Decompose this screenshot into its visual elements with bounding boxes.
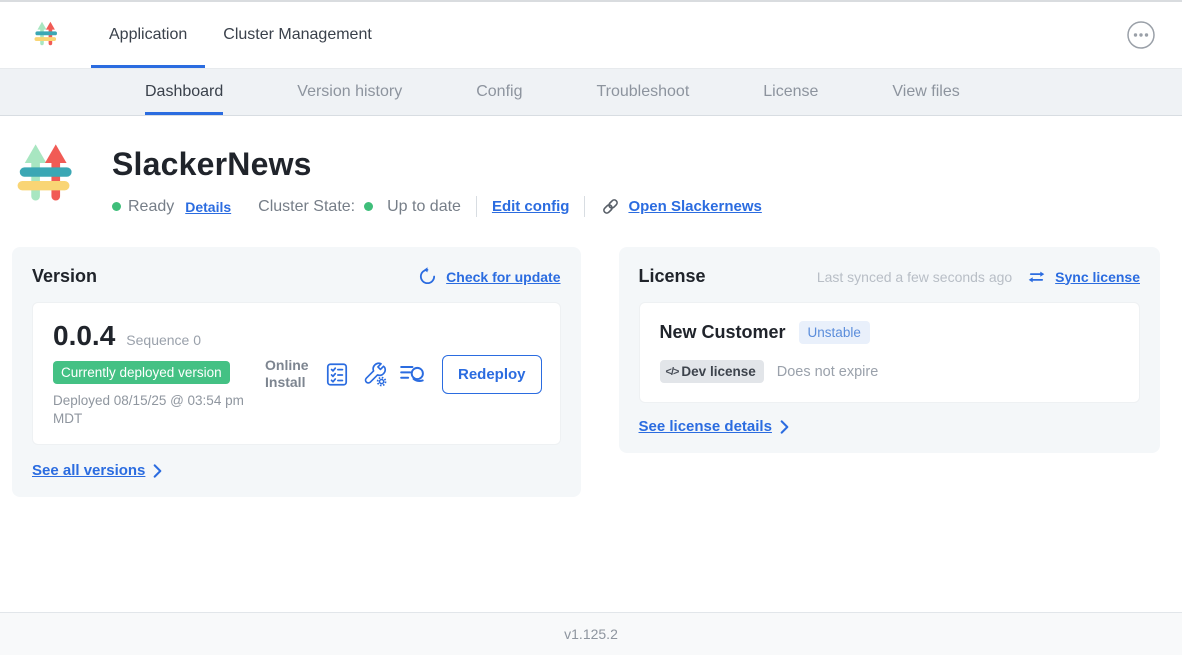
cluster-state-dot xyxy=(364,202,373,211)
overflow-menu-button[interactable] xyxy=(1126,2,1156,68)
license-panel: New Customer Unstable </> Dev license Do… xyxy=(639,302,1140,403)
divider xyxy=(584,196,585,217)
cluster-state-value: Up to date xyxy=(387,198,461,216)
license-type-badge: </> Dev license xyxy=(660,360,764,383)
subtab-view-files[interactable]: View files xyxy=(892,69,959,115)
link-icon xyxy=(600,196,621,217)
header-tabs: Application Cluster Management xyxy=(91,2,390,68)
see-all-versions-action[interactable]: See all versions xyxy=(32,462,561,479)
sync-license-link[interactable]: Sync license xyxy=(1055,269,1140,285)
code-icon: </> xyxy=(666,366,679,378)
tab-cluster-management[interactable]: Cluster Management xyxy=(205,2,390,68)
page-title: SlackerNews xyxy=(112,146,762,183)
app-sub-navigation: Dashboard Version history Config Trouble… xyxy=(0,69,1182,116)
channel-badge: Unstable xyxy=(799,321,870,344)
app-logo xyxy=(33,2,63,68)
app-icon xyxy=(14,140,86,212)
cluster-state-label: Cluster State: xyxy=(258,198,355,216)
wrench-gear-icon xyxy=(361,361,388,388)
subtab-license[interactable]: License xyxy=(763,69,818,115)
divider xyxy=(476,196,477,217)
version-number: 0.0.4 xyxy=(53,320,115,352)
app-hero: SlackerNews Ready Details Cluster State:… xyxy=(0,116,1182,217)
subtab-version-history[interactable]: Version history xyxy=(297,69,402,115)
app-status-dot xyxy=(112,202,121,211)
dashboard-cards: Version Check for update 0.0.4 Sequence … xyxy=(12,247,1160,497)
version-card: Version Check for update 0.0.4 Sequence … xyxy=(12,247,581,497)
last-synced-text: Last synced a few seconds ago xyxy=(817,269,1012,285)
version-card-title: Version xyxy=(32,266,97,287)
see-license-details-link[interactable]: See license details xyxy=(639,418,772,435)
lines-magnifier-icon xyxy=(399,362,427,386)
current-version-panel: 0.0.4 Sequence 0 Currently deployed vers… xyxy=(32,302,561,445)
see-license-details-action[interactable]: See license details xyxy=(639,418,1140,435)
view-diff-button[interactable] xyxy=(399,362,427,386)
see-all-versions-link[interactable]: See all versions xyxy=(32,462,145,479)
subtab-config[interactable]: Config xyxy=(476,69,522,115)
license-card: License Last synced a few seconds ago Sy… xyxy=(619,247,1160,453)
check-for-update-action[interactable]: Check for update xyxy=(418,267,560,286)
refresh-icon xyxy=(418,267,437,286)
deployed-badge: Currently deployed version xyxy=(53,361,230,384)
edit-config-button[interactable] xyxy=(361,361,388,388)
deployed-timestamp: Deployed 08/15/25 @ 03:54 pm MDT xyxy=(53,392,245,428)
license-card-title: License xyxy=(639,266,706,287)
check-for-update-link[interactable]: Check for update xyxy=(446,269,560,285)
header-spacer xyxy=(390,2,1126,68)
dashboard-main: SlackerNews Ready Details Cluster State:… xyxy=(0,116,1182,612)
tab-application[interactable]: Application xyxy=(91,2,205,68)
sync-icon xyxy=(1027,269,1046,285)
preflight-checks-button[interactable] xyxy=(324,361,350,388)
slackernews-logo-icon xyxy=(33,20,63,50)
open-app-action[interactable]: Open Slackernews xyxy=(600,196,761,217)
checklist-icon xyxy=(324,361,350,388)
subtab-troubleshoot[interactable]: Troubleshoot xyxy=(596,69,689,115)
app-footer: v1.125.2 xyxy=(0,612,1182,655)
chevron-right-icon xyxy=(780,420,789,434)
customer-name: New Customer xyxy=(660,322,786,343)
ellipsis-icon xyxy=(1126,20,1156,50)
license-type-label: Dev license xyxy=(681,364,755,379)
app-status-row: Ready Details Cluster State: Up to date … xyxy=(112,196,762,217)
license-expiry: Does not expire xyxy=(777,364,879,380)
status-details-link[interactable]: Details xyxy=(185,199,231,215)
install-type-label: Online Install xyxy=(265,357,313,392)
open-app-link[interactable]: Open Slackernews xyxy=(628,198,761,215)
console-version: v1.125.2 xyxy=(564,626,618,642)
redeploy-button[interactable]: Redeploy xyxy=(442,355,542,394)
chevron-right-icon xyxy=(153,464,162,478)
top-navigation-bar: Application Cluster Management xyxy=(0,2,1182,69)
subtab-dashboard[interactable]: Dashboard xyxy=(145,69,223,115)
app-status-label: Ready xyxy=(128,198,174,216)
version-sequence: Sequence 0 xyxy=(126,332,201,348)
edit-config-link[interactable]: Edit config xyxy=(492,198,570,215)
